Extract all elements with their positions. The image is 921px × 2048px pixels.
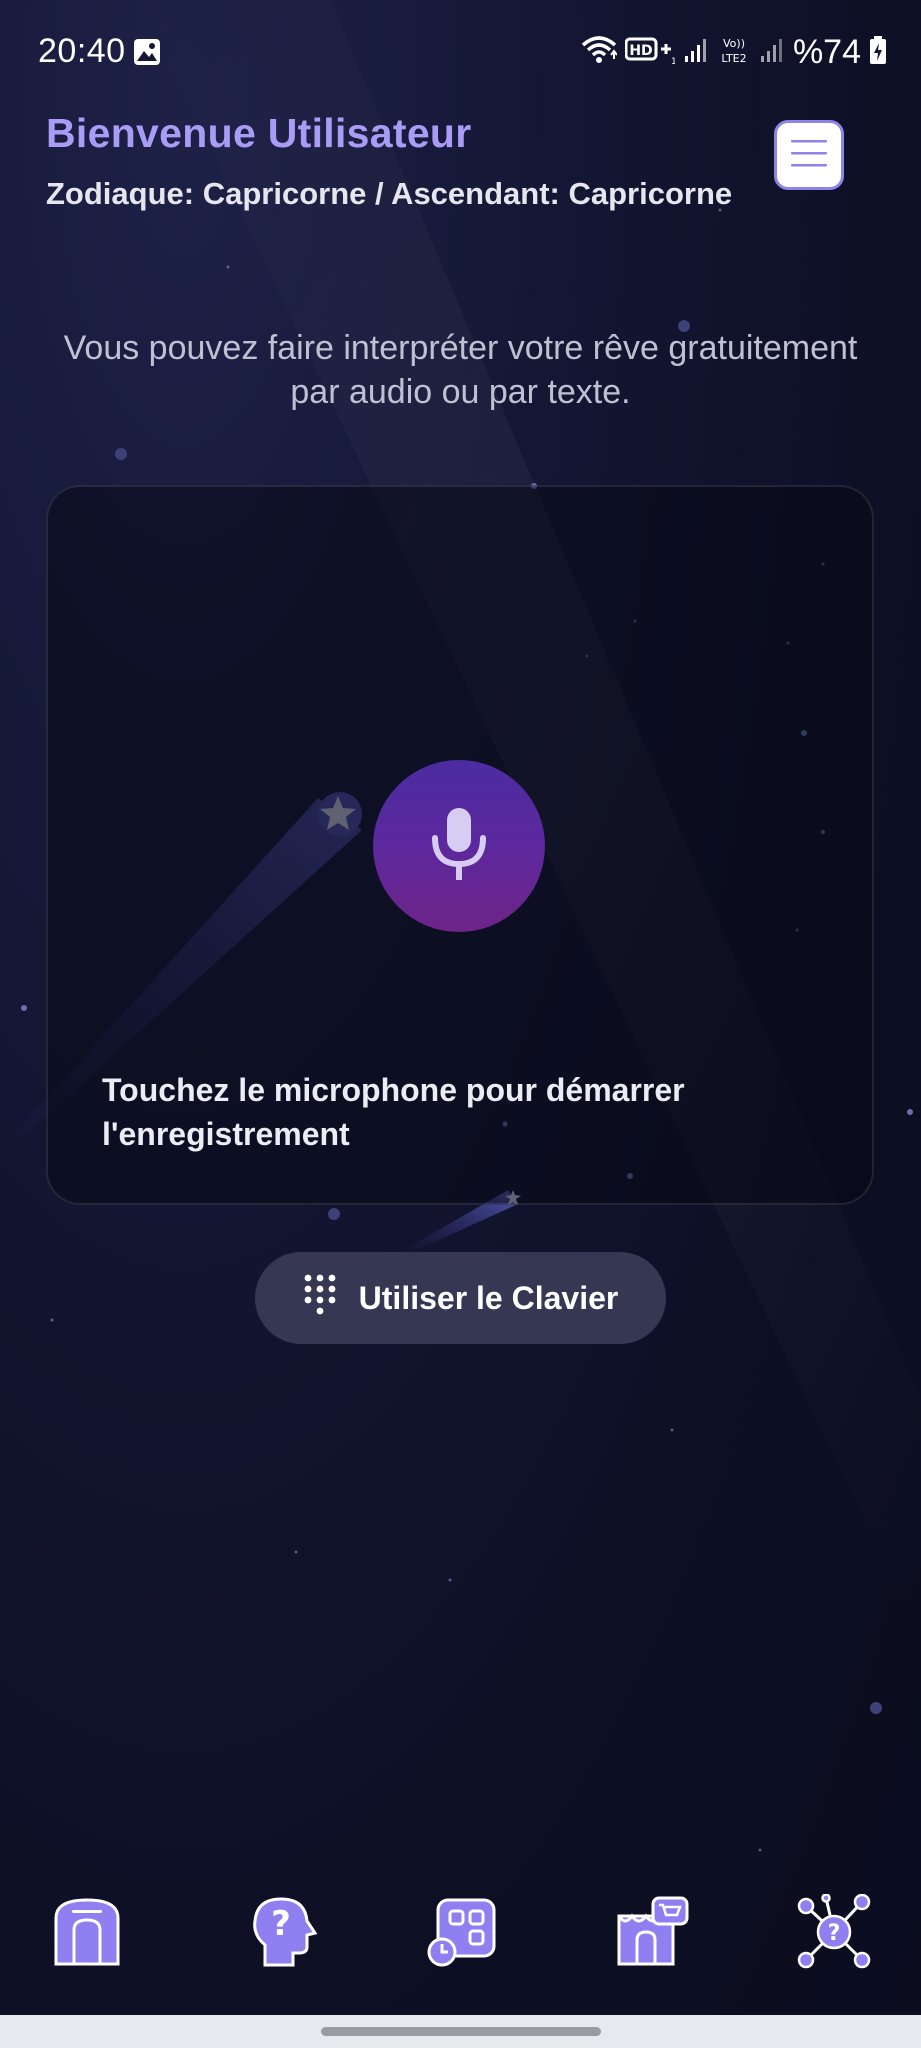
record-hint: Touchez le microphone pour démarrer l'en… (102, 1072, 685, 1152)
shop-icon (615, 1896, 689, 1973)
volte-lte2-icon: Vo)) LTE2 (717, 34, 751, 71)
system-navigation-bar (0, 2015, 921, 2048)
hd-plus-icon: HD 1 (624, 35, 677, 70)
wifi-icon (581, 35, 618, 70)
welcome-title: Bienvenue Utilisateur (46, 110, 472, 156)
gallery-icon (133, 38, 161, 66)
home-icon (52, 1896, 122, 1973)
nav-community[interactable]: ? (790, 1890, 878, 1978)
head-question-icon: ? (249, 1895, 319, 1974)
keypad-icon (303, 1273, 337, 1324)
svg-text:?: ? (271, 1904, 291, 1944)
intro-text: Vous pouvez faire interpréter votre rêve… (63, 329, 858, 411)
microphone-icon (429, 804, 489, 889)
zodiac-info: Zodiaque: Capricorne / Ascendant: Capric… (46, 176, 733, 211)
use-keyboard-button[interactable]: Utiliser le Clavier (255, 1252, 666, 1344)
hamburger-menu-icon (791, 138, 827, 173)
svg-text:?: ? (828, 1921, 841, 1946)
nav-home[interactable] (43, 1890, 131, 1978)
svg-text:1: 1 (671, 57, 675, 65)
apps-clock-icon (426, 1896, 498, 1973)
nav-history[interactable] (418, 1890, 506, 1978)
nav-shop[interactable] (608, 1890, 696, 1978)
signal-icon (759, 36, 785, 69)
nav-interpretation[interactable]: ? (240, 1890, 328, 1978)
gesture-handle[interactable] (321, 2027, 601, 2036)
battery-charging-icon (869, 35, 887, 70)
status-bar: 20:40 HD 1 Vo)) LTE2 %74 (0, 0, 921, 104)
svg-text:Vo)): Vo)) (723, 37, 745, 50)
status-time: 20:40 (38, 32, 126, 70)
menu-button[interactable] (774, 120, 844, 190)
status-icons: HD 1 Vo)) LTE2 %74 (581, 30, 887, 74)
signal-icon (683, 36, 709, 69)
svg-text:HD: HD (629, 43, 652, 59)
bottom-navigation: ? ? (0, 1890, 921, 2010)
battery-level: %74 (792, 32, 861, 71)
network-question-icon: ? (796, 1892, 872, 1975)
microphone-button[interactable] (373, 760, 545, 932)
svg-text:LTE2: LTE2 (721, 52, 746, 65)
use-keyboard-label: Utiliser le Clavier (358, 1279, 619, 1316)
